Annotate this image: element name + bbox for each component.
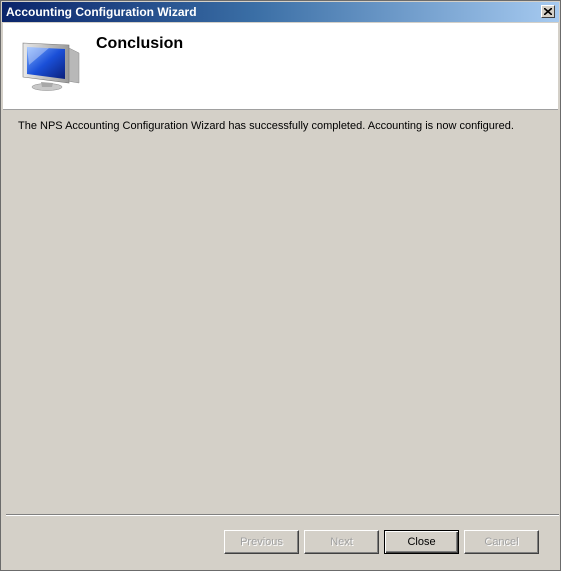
completion-message: The NPS Accounting Configuration Wizard …: [18, 120, 514, 132]
title-bar[interactable]: Accounting Configuration Wizard: [2, 2, 559, 22]
page-title: Conclusion: [96, 35, 184, 52]
cancel-button[interactable]: Cancel: [464, 530, 539, 554]
close-icon: [544, 8, 552, 15]
window-title: Accounting Configuration Wizard: [6, 5, 197, 19]
wizard-header: Conclusion: [3, 23, 558, 110]
computer-monitor-icon: [22, 42, 80, 91]
previous-button[interactable]: Previous: [224, 530, 299, 554]
next-button[interactable]: Next: [304, 530, 379, 554]
button-separator: [6, 514, 559, 516]
close-button[interactable]: Close: [384, 530, 459, 554]
wizard-window: Accounting Configuration Wizard Conclusi…: [0, 0, 561, 571]
title-close-button[interactable]: [541, 5, 555, 18]
